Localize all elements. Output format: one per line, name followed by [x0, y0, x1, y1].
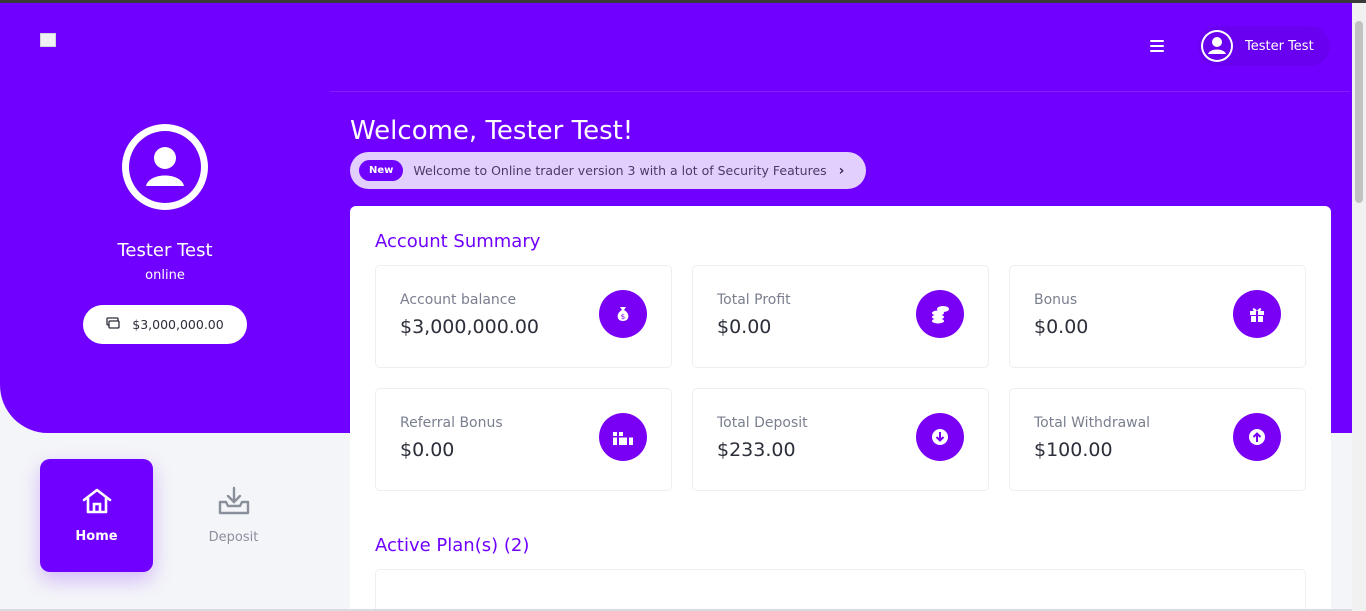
stat-label: Total Withdrawal — [1034, 415, 1151, 431]
stat-label: Total Deposit — [717, 415, 808, 431]
stat-card-account-balance: Account balance $3,000,000.00 $ — [375, 265, 672, 368]
active-plans-list — [375, 569, 1306, 611]
stat-card-referral-bonus: Referral Bonus $0.00 — [375, 388, 672, 491]
stat-value: $0.00 — [400, 439, 455, 461]
nav-home-button[interactable]: Home — [40, 459, 153, 572]
svg-text:$: $ — [621, 313, 625, 321]
profile-avatar — [122, 124, 208, 210]
stat-card-bonus: Bonus $0.00 — [1009, 265, 1306, 368]
profile-name: Tester Test — [117, 240, 213, 261]
stat-value: $233.00 — [717, 439, 796, 461]
nav-deposit-label: Deposit — [208, 530, 259, 545]
header-divider — [330, 91, 1350, 92]
money-bag-icon: $ — [599, 290, 647, 338]
money-stack-icon — [106, 317, 120, 332]
profile-status: online — [145, 268, 185, 283]
home-icon — [80, 487, 114, 519]
stat-card-total-deposit: Total Deposit $233.00 — [692, 388, 989, 491]
account-summary-title: Account Summary — [375, 231, 541, 252]
coins-icon — [916, 290, 964, 338]
stat-value: $100.00 — [1034, 439, 1113, 461]
stat-label: Referral Bonus — [400, 415, 503, 431]
stat-value: $3,000,000.00 — [400, 316, 540, 338]
chevron-right-icon: › — [838, 162, 845, 179]
welcome-title: Welcome, Tester Test! — [350, 116, 634, 146]
stat-label: Bonus — [1034, 292, 1078, 308]
page-scrollbar[interactable] — [1352, 3, 1366, 611]
user-avatar-icon — [1201, 30, 1233, 62]
nav-deposit-button[interactable]: Deposit — [177, 459, 290, 572]
announcement-badge: New — [359, 160, 404, 181]
gifts-icon — [599, 413, 647, 461]
stat-value: $0.00 — [1034, 316, 1089, 338]
menu-toggle-button[interactable] — [1150, 40, 1164, 52]
arrow-down-circle-icon — [916, 413, 964, 461]
stat-label: Account balance — [400, 292, 517, 308]
stat-card-total-withdrawal: Total Withdrawal $100.00 — [1009, 388, 1306, 491]
account-summary-card: Account Summary Account balance $3,000,0… — [350, 206, 1331, 611]
arrow-up-circle-icon — [1233, 413, 1281, 461]
stat-card-total-profit: Total Profit $0.00 — [692, 265, 989, 368]
nav-home-label: Home — [75, 529, 118, 544]
active-plans-title: Active Plan(s) (2) — [375, 535, 530, 556]
announcement-banner[interactable]: New Welcome to Online trader version 3 w… — [350, 152, 866, 189]
gift-icon — [1233, 290, 1281, 338]
balance-amount: $3,000,000.00 — [132, 317, 224, 332]
deposit-icon — [217, 486, 251, 520]
user-menu-name: Tester Test — [1245, 38, 1314, 54]
balance-pill: $3,000,000.00 — [83, 305, 247, 344]
stat-label: Total Profit — [717, 292, 791, 308]
announcement-text: Welcome to Online trader version 3 with … — [413, 163, 827, 178]
scrollbar-thumb[interactable] — [1355, 21, 1363, 203]
site-logo[interactable] — [40, 33, 56, 47]
user-menu-button[interactable]: Tester Test — [1198, 26, 1330, 66]
stat-value: $0.00 — [717, 316, 772, 338]
